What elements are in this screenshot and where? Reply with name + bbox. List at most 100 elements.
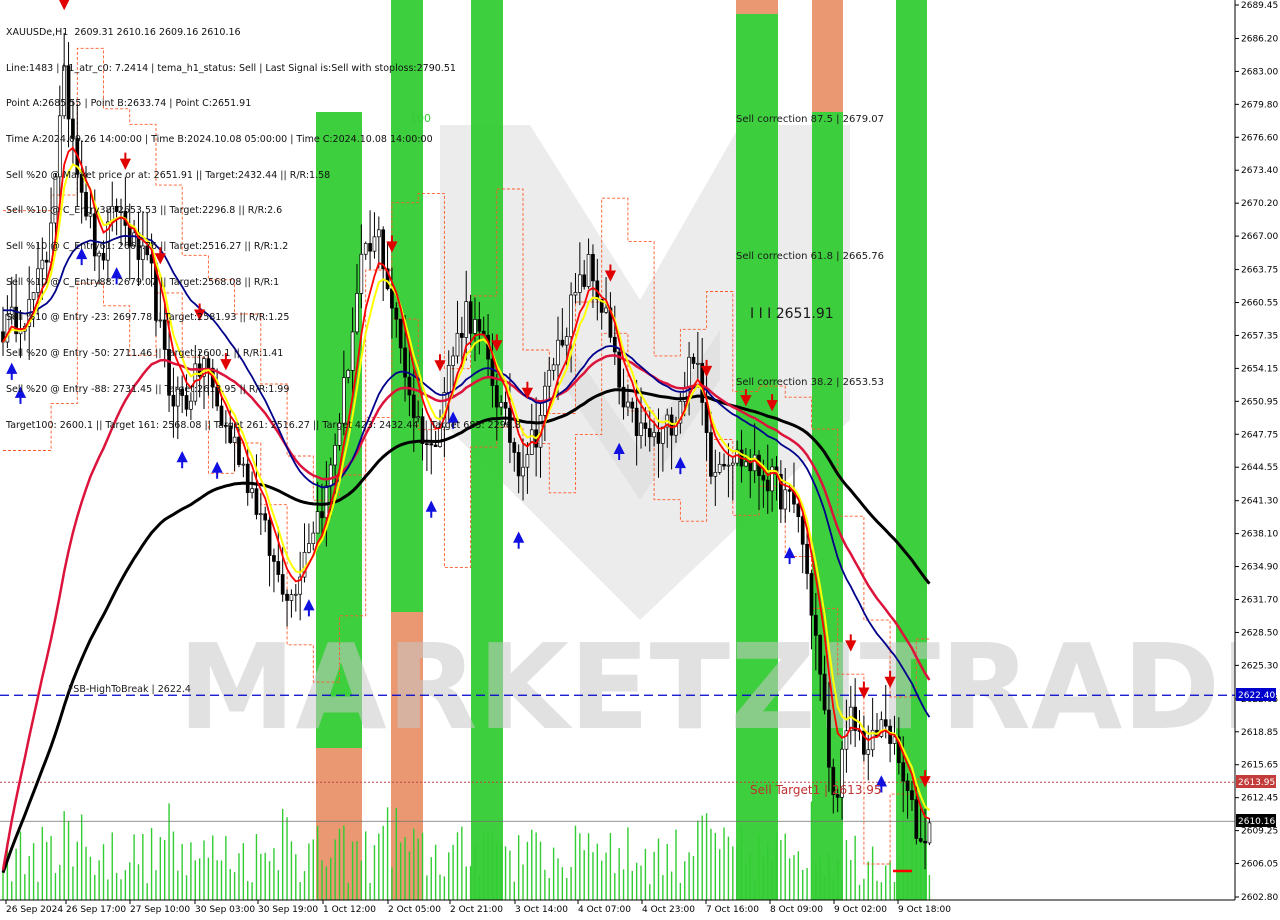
price-tick-label: 2606.05 <box>1241 860 1278 870</box>
info-line-points: Point A:2685.55 | Point B:2633.74 | Poin… <box>6 98 252 110</box>
candle-body <box>809 573 814 616</box>
time-tick-label: 30 Sep 19:00 <box>258 905 318 915</box>
candle-body <box>564 336 569 346</box>
candle-body <box>800 516 805 545</box>
candle-body <box>285 593 289 601</box>
candle-body <box>324 485 329 519</box>
time-tick-label: 9 Oct 18:00 <box>898 905 951 915</box>
time-tick-label: 7 Oct 16:00 <box>706 905 759 915</box>
candle-body <box>311 532 316 544</box>
candle-body <box>713 471 718 477</box>
candle-body <box>320 511 324 519</box>
info-line-symbol: XAUUSDe,H1 2609.31 2610.16 2609.16 2610.… <box>6 26 241 38</box>
info-line-sell-market: Sell %20 @ Market price or at: 2651.91 |… <box>6 169 331 181</box>
fsb-high-to-break-label: FSB-HighToBreak | 2622.4 <box>68 684 191 695</box>
price-tick-label: 2650.95 <box>1241 397 1278 407</box>
candle-body <box>905 780 910 792</box>
price-tick-label: 2612.45 <box>1241 794 1278 804</box>
candle-body <box>525 454 530 468</box>
candle-body <box>267 519 272 556</box>
signal-zone <box>736 0 778 14</box>
price-tick-label: 2676.60 <box>1241 133 1278 143</box>
price-tick-label: 2667.00 <box>1241 232 1278 242</box>
price-tick-label: 2683.00 <box>1241 67 1278 77</box>
price-tick-label: 2670.20 <box>1241 199 1278 209</box>
sell-target-price-tag: 2613.95 <box>1238 778 1275 788</box>
candle-body <box>695 362 700 365</box>
candle-body <box>289 594 294 601</box>
price-tick-label: 2638.10 <box>1241 530 1278 540</box>
price-tick-label: 2618.85 <box>1241 728 1278 738</box>
candle-body <box>914 799 919 839</box>
candle-body <box>652 432 656 438</box>
candle-body <box>263 513 268 521</box>
candle-body <box>612 336 617 353</box>
price-tick-label: 2654.15 <box>1241 364 1278 374</box>
candle-body <box>245 463 250 493</box>
sell-target-label: Sell Target1 | 2613.95 <box>750 783 882 797</box>
time-tick-label: 26 Sep 2024 <box>6 905 63 915</box>
time-tick-label: 2 Oct 21:00 <box>450 905 503 915</box>
candle-body <box>901 762 906 782</box>
candle-body <box>547 369 552 387</box>
candle-body <box>577 274 582 293</box>
candle-body <box>656 432 661 444</box>
candle-body <box>883 719 888 727</box>
candle-body <box>717 463 722 473</box>
candle-body <box>687 356 691 389</box>
candle-body <box>783 489 788 510</box>
price-tick-label: 2631.70 <box>1241 595 1278 605</box>
price-tick-label: 2679.80 <box>1241 100 1278 110</box>
info-line-targets: Target100: 2600.1 || Target 161: 2568.08… <box>6 419 521 431</box>
point-c-label: I I I 2651.91 <box>750 306 834 322</box>
signal-zone <box>812 0 843 112</box>
candle-body <box>551 364 556 371</box>
candle-body <box>315 511 320 534</box>
candle-body <box>573 292 578 296</box>
candle-body <box>818 635 823 675</box>
price-tick-label: 2673.40 <box>1241 166 1278 176</box>
candle-body <box>643 422 648 429</box>
price-tick-label: 2663.75 <box>1241 266 1278 276</box>
time-tick-label: 26 Sep 17:00 <box>66 905 126 915</box>
time-tick-label: 30 Sep 03:00 <box>195 905 255 915</box>
candle-body <box>647 428 652 438</box>
time-tick-label: 3 Oct 14:00 <box>515 905 568 915</box>
candle-body <box>669 414 674 436</box>
candle-body <box>927 822 932 844</box>
price-tick-label: 2634.90 <box>1241 563 1278 573</box>
candle-body <box>626 401 630 408</box>
price-tick-label: 2644.55 <box>1241 463 1278 473</box>
candle-body <box>569 294 573 338</box>
sell-correction-875-label: Sell correction 87.5 | 2679.07 <box>736 114 884 125</box>
price-tick-label: 2647.75 <box>1241 430 1278 440</box>
candle-body <box>328 464 333 487</box>
price-tick-label: 2657.35 <box>1241 331 1278 341</box>
time-tick-label: 27 Sep 10:00 <box>130 905 190 915</box>
indicator-info-panel: XAUUSDe,H1 2609.31 2610.16 2609.16 2610.… <box>6 3 521 455</box>
price-tick-label: 2609.25 <box>1241 827 1278 837</box>
time-axis: 26 Sep 2024 26 Sep 17:00 27 Sep 10:00 30 Se… <box>0 899 1235 915</box>
info-line-sell-entry88: Sell %10 @ C_Entry88: 2679.07 || Target:… <box>6 276 280 288</box>
info-line-sell-entry-88: Sell %20 @ Entry -88: 2731.45 || Target:… <box>6 383 290 395</box>
candle-body <box>765 479 770 492</box>
price-tick-label: 2628.50 <box>1241 628 1278 638</box>
sell-correction-618-label: Sell correction 61.8 | 2665.76 <box>736 251 884 262</box>
candle-body <box>923 840 927 844</box>
candle-body <box>787 489 792 492</box>
candle-body <box>582 274 587 287</box>
price-tick-label: 2660.55 <box>1241 299 1278 309</box>
candle-body <box>630 401 635 409</box>
fsb-price-tag: 2622.40 <box>1238 691 1275 701</box>
price-tick-label: 2625.30 <box>1241 661 1278 671</box>
price-tick-label: 2602.80 <box>1241 893 1278 903</box>
candle-body <box>761 475 766 481</box>
candle-body <box>744 461 748 467</box>
info-line-times: Time A:2024.09.26 14:00:00 | Time B:2024… <box>6 133 433 145</box>
watermark-text: MARKETZITRADE <box>178 618 1280 756</box>
candle-body <box>307 543 311 553</box>
current-price-tag: 2610.16 <box>1238 817 1275 827</box>
candle-body <box>591 254 595 282</box>
candle-body <box>254 488 259 515</box>
chart-window[interactable]: MARKETZITRADE Sell correction 87.5 | 267… <box>0 0 1280 920</box>
